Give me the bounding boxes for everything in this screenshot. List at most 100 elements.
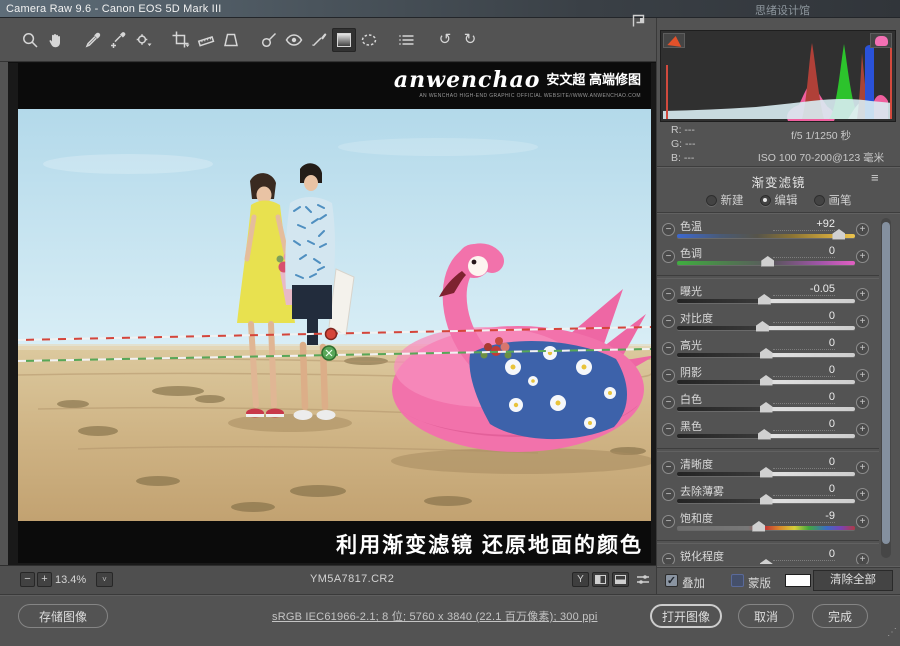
temperature-increase-button[interactable]: +: [856, 223, 869, 236]
highlights-slider-thumb[interactable]: [760, 348, 773, 359]
mode-edit[interactable]: 编辑: [760, 192, 798, 208]
highlights-decrease-button[interactable]: −: [662, 342, 675, 355]
highlights-value[interactable]: 0: [773, 337, 835, 350]
crop-tool[interactable]: [169, 28, 193, 52]
title-bar[interactable]: Camera Raw 9.6 - Canon EOS 5D Mark III 思…: [0, 0, 900, 18]
saturation-slider-thumb[interactable]: [752, 521, 765, 532]
blacks-slider[interactable]: [677, 434, 855, 438]
transform-tool[interactable]: [219, 28, 243, 52]
exposure-value[interactable]: -0.05: [773, 283, 835, 296]
whites-decrease-button[interactable]: −: [662, 396, 675, 409]
shadows-slider-thumb[interactable]: [760, 375, 773, 386]
temperature-slider[interactable]: [677, 234, 855, 238]
panel-menu-icon[interactable]: ≡: [871, 170, 879, 185]
hand-tool[interactable]: [43, 28, 67, 52]
dehaze-decrease-button[interactable]: −: [662, 488, 675, 501]
dehaze-slider[interactable]: [677, 499, 855, 503]
whites-value[interactable]: 0: [773, 391, 835, 404]
open-image-button[interactable]: 打开图像: [650, 604, 722, 628]
whites-increase-button[interactable]: +: [856, 396, 869, 409]
rotate-right-tool[interactable]: ↻: [458, 28, 482, 52]
save-image-button[interactable]: 存储图像: [18, 604, 108, 628]
highlights-increase-button[interactable]: +: [856, 342, 869, 355]
highlight-clipping-indicator[interactable]: [870, 33, 892, 48]
mode-new-radio[interactable]: [706, 195, 717, 206]
exposure-slider[interactable]: [677, 299, 855, 303]
color-sampler-tool[interactable]: [106, 28, 130, 52]
zoom-level-dropdown[interactable]: ˅: [96, 572, 113, 587]
before-after-view-button[interactable]: [592, 572, 609, 587]
exposure-slider-thumb[interactable]: [758, 294, 771, 305]
panel-scrollbar-thumb[interactable]: [882, 222, 890, 544]
resize-grip[interactable]: ⋰: [887, 627, 896, 638]
straighten-tool[interactable]: [194, 28, 218, 52]
mode-brush[interactable]: 画笔: [814, 192, 852, 208]
cancel-button[interactable]: 取消: [738, 604, 794, 628]
blacks-value[interactable]: 0: [773, 418, 835, 431]
photo-canvas[interactable]: anwenchao安文超 高端修图 AN WENCHAO HIGH-END GR…: [18, 63, 651, 563]
graduated-filter-tool[interactable]: [332, 28, 356, 52]
red-eye-tool[interactable]: [282, 28, 306, 52]
clear-all-button[interactable]: 清除全部: [813, 570, 893, 591]
adjustment-brush-tool[interactable]: [307, 28, 331, 52]
temperature-decrease-button[interactable]: −: [662, 223, 675, 236]
blacks-slider-thumb[interactable]: [758, 429, 771, 440]
overlay-checkbox[interactable]: ✓: [665, 574, 678, 587]
sharpness-slider-thumb[interactable]: [760, 559, 773, 564]
blacks-increase-button[interactable]: +: [856, 423, 869, 436]
clarity-slider[interactable]: [677, 472, 855, 476]
shadow-clipping-indicator[interactable]: [663, 33, 685, 48]
swap-before-after-button[interactable]: [612, 572, 629, 587]
contrast-slider-thumb[interactable]: [756, 321, 769, 332]
shadows-slider[interactable]: [677, 380, 855, 384]
clarity-increase-button[interactable]: +: [856, 461, 869, 474]
shadows-decrease-button[interactable]: −: [662, 369, 675, 382]
saturation-value[interactable]: -9: [773, 510, 835, 523]
full-screen-toggle-icon[interactable]: [628, 10, 650, 32]
sharpness-decrease-button[interactable]: −: [662, 553, 675, 564]
histogram[interactable]: [660, 30, 896, 122]
temperature-value[interactable]: +92: [773, 218, 835, 231]
mode-new[interactable]: 新建: [706, 192, 744, 208]
radial-filter-tool[interactable]: [357, 28, 381, 52]
clarity-decrease-button[interactable]: −: [662, 461, 675, 474]
saturation-decrease-button[interactable]: −: [662, 515, 675, 528]
mode-brush-radio[interactable]: [814, 195, 825, 206]
tint-decrease-button[interactable]: −: [662, 250, 675, 263]
done-button[interactable]: 完成: [812, 604, 868, 628]
dehaze-value[interactable]: 0: [773, 483, 835, 496]
spot-removal-tool[interactable]: [257, 28, 281, 52]
sharpness-value[interactable]: 0: [773, 548, 835, 561]
presets-tool[interactable]: [395, 28, 419, 52]
rotate-left-tool[interactable]: ↺: [433, 28, 457, 52]
white-balance-tool[interactable]: [81, 28, 105, 52]
contrast-slider[interactable]: [677, 326, 855, 330]
exposure-increase-button[interactable]: +: [856, 288, 869, 301]
exposure-decrease-button[interactable]: −: [662, 288, 675, 301]
zoom-tool[interactable]: [18, 28, 42, 52]
saturation-increase-button[interactable]: +: [856, 515, 869, 528]
preview-toggle-button[interactable]: Y: [572, 572, 589, 587]
saturation-slider[interactable]: [677, 526, 855, 530]
shadows-value[interactable]: 0: [773, 364, 835, 377]
mask-color-swatch[interactable]: [785, 574, 811, 587]
dehaze-slider-thumb[interactable]: [760, 494, 773, 505]
tint-increase-button[interactable]: +: [856, 250, 869, 263]
tint-value[interactable]: 0: [773, 245, 835, 258]
tint-slider[interactable]: [677, 261, 855, 265]
zoom-out-button[interactable]: −: [20, 572, 35, 587]
mode-edit-radio[interactable]: [760, 195, 771, 206]
sharpness-increase-button[interactable]: +: [856, 553, 869, 564]
highlights-slider[interactable]: [677, 353, 855, 357]
dehaze-increase-button[interactable]: +: [856, 488, 869, 501]
clarity-value[interactable]: 0: [773, 456, 835, 469]
view-settings-icon[interactable]: [634, 572, 651, 587]
contrast-value[interactable]: 0: [773, 310, 835, 323]
clarity-slider-thumb[interactable]: [760, 467, 773, 478]
shadows-increase-button[interactable]: +: [856, 369, 869, 382]
workflow-options-link[interactable]: sRGB IEC61966-2.1; 8 位; 5760 x 3840 (22.…: [272, 608, 597, 624]
whites-slider[interactable]: [677, 407, 855, 411]
panel-scrollbar[interactable]: [881, 218, 891, 558]
whites-slider-thumb[interactable]: [760, 402, 773, 413]
blacks-decrease-button[interactable]: −: [662, 423, 675, 436]
